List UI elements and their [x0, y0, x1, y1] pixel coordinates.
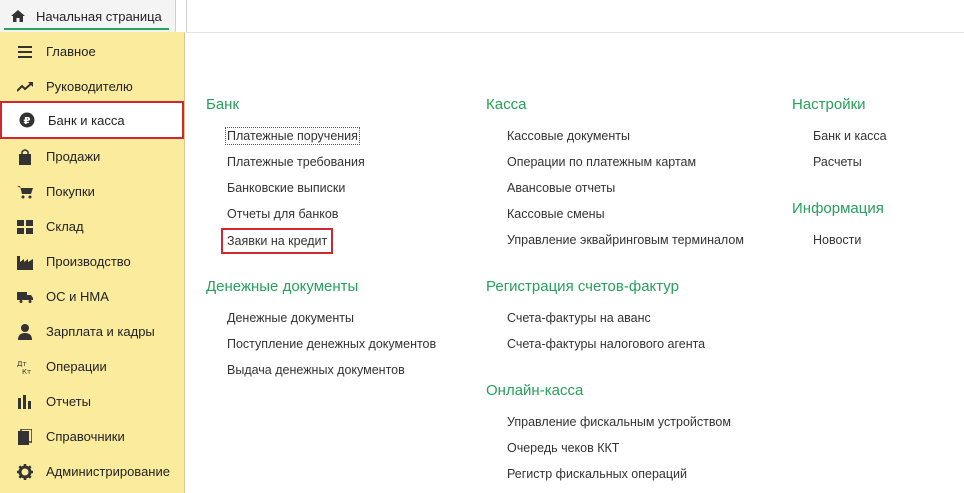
link-acquiring-terminal[interactable]: Управление эквайринговым терминалом [507, 233, 744, 247]
shopping-bag-icon [16, 148, 34, 166]
ruble-coin-icon: ₽ [18, 111, 36, 129]
link-credit-applications[interactable]: Заявки на кредит [220, 228, 334, 254]
sidebar-item-label: Главное [46, 44, 96, 59]
link-money-docs-issue[interactable]: Выдача денежных документов [227, 363, 405, 377]
tab-bar-empty-area [186, 0, 964, 32]
sidebar-item-label: Продажи [46, 149, 101, 164]
sidebar-item-label: Зарплата и кадры [46, 324, 155, 339]
factory-icon [16, 253, 34, 271]
group-title-info: Информация [792, 200, 884, 217]
sidebar-item-main[interactable]: Главное [0, 34, 184, 69]
group-title-settings: Настройки [792, 96, 866, 113]
sidebar-item-label: Администрирование [46, 464, 170, 479]
link-tax-agent-invoices[interactable]: Счета-фактуры налогового агента [507, 337, 705, 351]
link-money-docs-receipt[interactable]: Поступление денежных документов [227, 337, 436, 351]
sidebar-item-label: Отчеты [46, 394, 91, 409]
link-advance-reports[interactable]: Авансовые отчеты [507, 181, 615, 195]
link-cash-shifts[interactable]: Кассовые смены [507, 207, 605, 221]
link-advance-invoices[interactable]: Счета-фактуры на аванс [507, 311, 651, 325]
group-title-cash: Касса [486, 96, 527, 113]
truck-icon [16, 288, 34, 306]
svg-text:Кт: Кт [22, 368, 31, 375]
person-icon [16, 323, 34, 341]
sidebar-item-salary-hr[interactable]: Зарплата и кадры [0, 314, 184, 349]
sidebar-item-purchases[interactable]: Покупки [0, 174, 184, 209]
link-cash-documents[interactable]: Кассовые документы [507, 129, 630, 143]
sidebar-item-fixed-assets[interactable]: ОС и НМА [0, 279, 184, 314]
section-content: Банк Платежные поручения Платежные требо… [186, 32, 964, 493]
sections-panel: Главное Руководителю ₽ Банк и касса Прод… [0, 32, 185, 493]
sidebar-item-label: Банк и касса [48, 112, 125, 128]
sidebar-item-label: Склад [46, 219, 84, 234]
sidebar-item-label: Производство [46, 254, 131, 269]
warehouse-grid-icon [16, 218, 34, 236]
sidebar-item-label: Справочники [46, 429, 125, 444]
link-bank-reports[interactable]: Отчеты для банков [227, 207, 338, 221]
link-card-operations[interactable]: Операции по платежным картам [507, 155, 696, 169]
bar-chart-icon [16, 393, 34, 411]
sidebar-item-manager[interactable]: Руководителю [0, 69, 184, 104]
sidebar-item-label: Операции [46, 359, 107, 374]
link-bank-statements[interactable]: Банковские выписки [227, 181, 345, 195]
sidebar-item-sales[interactable]: Продажи [0, 139, 184, 174]
sidebar-item-bank-and-cash[interactable]: ₽ Банк и касса [0, 101, 184, 139]
link-fiscal-device[interactable]: Управление фискальным устройством [507, 415, 731, 429]
home-icon [10, 8, 26, 24]
sidebar-item-warehouse[interactable]: Склад [0, 209, 184, 244]
menu-lines-icon [16, 43, 34, 61]
link-payment-requests[interactable]: Платежные требования [227, 155, 365, 169]
books-icon [16, 428, 34, 446]
sidebar-item-label: Руководителю [46, 79, 133, 94]
link-settings-bank-cash[interactable]: Банк и касса [813, 129, 887, 143]
sidebar-item-label: ОС и НМА [46, 289, 109, 304]
group-title-online-cash: Онлайн-касса [486, 382, 584, 399]
svg-text:Дт: Дт [17, 360, 27, 368]
link-kkt-queue[interactable]: Очередь чеков ККТ [507, 441, 619, 455]
trend-icon [16, 78, 34, 96]
sidebar-item-catalogs[interactable]: Справочники [0, 419, 184, 454]
group-title-invoices: Регистрация счетов-фактур [486, 278, 679, 295]
link-money-documents[interactable]: Денежные документы [227, 311, 354, 325]
group-title-money-docs: Денежные документы [206, 278, 359, 295]
link-news[interactable]: Новости [813, 233, 861, 247]
active-tab-underline [4, 28, 169, 30]
sidebar-item-operations[interactable]: Дт Кт Операции [0, 349, 184, 384]
sidebar-item-label: Покупки [46, 184, 95, 199]
dt-kt-icon: Дт Кт [16, 358, 34, 376]
sidebar-item-administration[interactable]: Администрирование [0, 454, 184, 489]
cart-icon [16, 183, 34, 201]
group-title-bank: Банк [206, 96, 240, 113]
link-payment-orders[interactable]: Платежные поручения [225, 127, 360, 145]
link-fiscal-register[interactable]: Регистр фискальных операций [507, 467, 687, 481]
tab-home-page[interactable]: Начальная страница [0, 0, 176, 32]
sidebar-item-reports[interactable]: Отчеты [0, 384, 184, 419]
link-settings-calculations[interactable]: Расчеты [813, 155, 862, 169]
gear-icon [16, 463, 34, 481]
sidebar-item-production[interactable]: Производство [0, 244, 184, 279]
tab-label: Начальная страница [36, 8, 162, 24]
svg-text:₽: ₽ [24, 116, 31, 127]
